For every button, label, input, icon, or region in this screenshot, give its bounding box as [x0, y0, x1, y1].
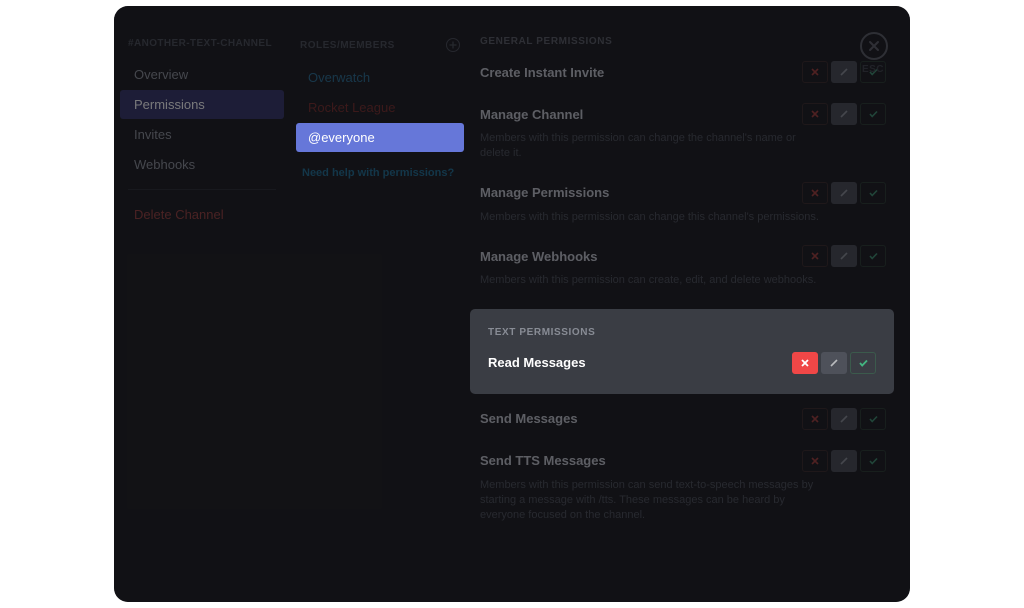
perm-desc: Members with this permission can change … — [480, 131, 820, 162]
section-text: TEXT PERMISSIONS — [488, 327, 876, 338]
roles-header-row: ROLES/MEMBERS — [290, 34, 470, 62]
toggle-neutral[interactable] — [831, 408, 857, 430]
toggle-deny[interactable] — [802, 450, 828, 472]
perm-title: Manage Webhooks — [480, 249, 598, 264]
role-everyone[interactable]: @everyone — [296, 123, 464, 152]
toggle-group — [802, 182, 886, 204]
x-icon — [800, 358, 810, 368]
toggle-neutral[interactable] — [831, 245, 857, 267]
toggle-deny-active[interactable] — [792, 352, 818, 374]
toggle-neutral[interactable] — [831, 103, 857, 125]
toggle-neutral[interactable] — [831, 450, 857, 472]
permissions-help-link[interactable]: Need help with permissions? — [290, 153, 470, 193]
toggle-allow[interactable] — [860, 182, 886, 204]
role-overwatch[interactable]: Overwatch — [296, 63, 464, 92]
perm-title: Create Instant Invite — [480, 65, 604, 80]
add-role-button[interactable] — [446, 38, 460, 52]
toggle-neutral[interactable] — [831, 182, 857, 204]
toggle-allow[interactable] — [860, 103, 886, 125]
toggle-deny[interactable] — [802, 103, 828, 125]
slash-icon — [829, 358, 839, 368]
nav-overview[interactable]: Overview — [120, 60, 284, 89]
perm-row: Manage Permissions Members with this per… — [480, 182, 886, 225]
perm-title: Send Messages — [480, 411, 578, 426]
role-rocket-league[interactable]: Rocket League — [296, 93, 464, 122]
toggle-group — [802, 408, 886, 430]
close-button[interactable] — [860, 32, 888, 60]
toggle-group — [802, 103, 886, 125]
app-frame: ESC #ANOTHER-TEXT-CHANNEL Overview Permi… — [114, 6, 910, 602]
nav-delete-channel[interactable]: Delete Channel — [120, 200, 284, 229]
toggle-neutral[interactable] — [821, 352, 847, 374]
sidebar-separator — [128, 189, 276, 190]
perm-row: Create Instant Invite — [480, 61, 886, 83]
toggle-deny[interactable] — [802, 182, 828, 204]
toggle-group — [802, 245, 886, 267]
perm-title: Send TTS Messages — [480, 453, 606, 468]
nav-invites[interactable]: Invites — [120, 120, 284, 149]
perm-row: Send Messages — [480, 408, 886, 430]
perm-row: Manage Webhooks Members with this permis… — [480, 245, 886, 288]
perm-row: Manage Channel Members with this permiss… — [480, 103, 886, 162]
toggle-group — [792, 352, 876, 374]
toggle-deny[interactable] — [802, 61, 828, 83]
sidebar-left: #ANOTHER-TEXT-CHANNEL Overview Permissio… — [114, 6, 290, 602]
toggle-deny[interactable] — [802, 408, 828, 430]
esc-label: ESC — [862, 64, 884, 75]
perm-desc: Members with this permission can send te… — [480, 478, 820, 524]
toggle-allow[interactable] — [860, 450, 886, 472]
toggle-deny[interactable] — [802, 245, 828, 267]
permissions-panel: GENERAL PERMISSIONS Create Instant Invit… — [470, 6, 910, 602]
channel-header: #ANOTHER-TEXT-CHANNEL — [114, 34, 290, 59]
perm-title: Manage Channel — [480, 107, 583, 122]
roles-header: ROLES/MEMBERS — [300, 40, 395, 51]
perm-row: Send TTS Messages Members with this perm… — [480, 450, 886, 524]
perm-title: Manage Permissions — [480, 185, 609, 200]
roles-column: ROLES/MEMBERS Overwatch Rocket League @e… — [290, 6, 470, 602]
perm-desc: Members with this permission can create,… — [480, 273, 820, 288]
highlight-text-permissions: TEXT PERMISSIONS Read Messages — [470, 309, 894, 394]
plus-icon — [449, 41, 457, 49]
perm-title: Read Messages — [488, 355, 586, 370]
toggle-allow[interactable] — [850, 352, 876, 374]
toggle-allow[interactable] — [860, 245, 886, 267]
nav-permissions[interactable]: Permissions — [120, 90, 284, 119]
toggle-group — [802, 450, 886, 472]
section-general: GENERAL PERMISSIONS — [480, 36, 886, 47]
nav-webhooks[interactable]: Webhooks — [120, 150, 284, 179]
toggle-neutral[interactable] — [831, 61, 857, 83]
perm-desc: Members with this permission can change … — [480, 210, 820, 225]
check-icon — [858, 358, 869, 368]
close-icon — [868, 40, 880, 52]
toggle-allow[interactable] — [860, 408, 886, 430]
